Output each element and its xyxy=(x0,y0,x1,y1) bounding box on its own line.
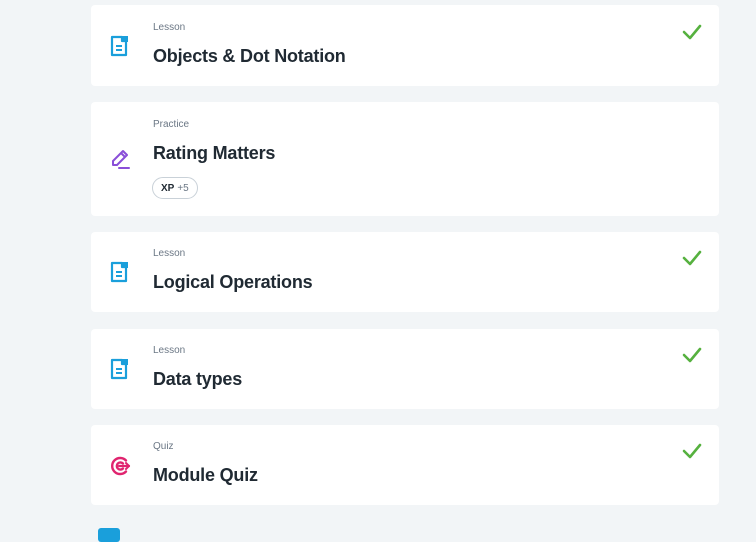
check-icon xyxy=(682,24,702,40)
check-icon xyxy=(682,250,702,266)
item-title: Module Quiz xyxy=(153,465,258,485)
target-icon xyxy=(111,456,131,476)
item-title: Rating Matters xyxy=(153,143,276,163)
lesson-icon xyxy=(110,261,128,283)
item-title: Data types xyxy=(153,369,243,389)
xp-label: XP xyxy=(161,183,175,194)
list-item[interactable]: Practice Rating Matters XP +5 xyxy=(91,102,719,216)
item-kind: Lesson xyxy=(153,345,186,356)
xp-badge: XP +5 xyxy=(152,177,198,199)
lesson-icon xyxy=(110,358,128,380)
list-item[interactable]: Lesson Logical Operations xyxy=(91,232,719,312)
item-title: Logical Operations xyxy=(153,272,313,292)
check-icon xyxy=(682,443,702,459)
xp-amount: +5 xyxy=(177,183,189,194)
pencil-icon xyxy=(112,150,130,169)
item-title: Objects & Dot Notation xyxy=(153,46,346,66)
item-kind: Practice xyxy=(153,119,190,130)
list-item[interactable]: Lesson Data types xyxy=(91,329,719,409)
lesson-icon xyxy=(110,35,128,57)
item-kind: Lesson xyxy=(153,22,186,33)
item-kind: Lesson xyxy=(153,248,186,259)
list-item[interactable]: Quiz Module Quiz xyxy=(91,425,719,505)
check-icon xyxy=(682,347,702,363)
list-item[interactable]: Lesson Objects & Dot Notation xyxy=(91,5,719,86)
next-section-icon xyxy=(98,528,120,542)
item-kind: Quiz xyxy=(153,441,174,452)
